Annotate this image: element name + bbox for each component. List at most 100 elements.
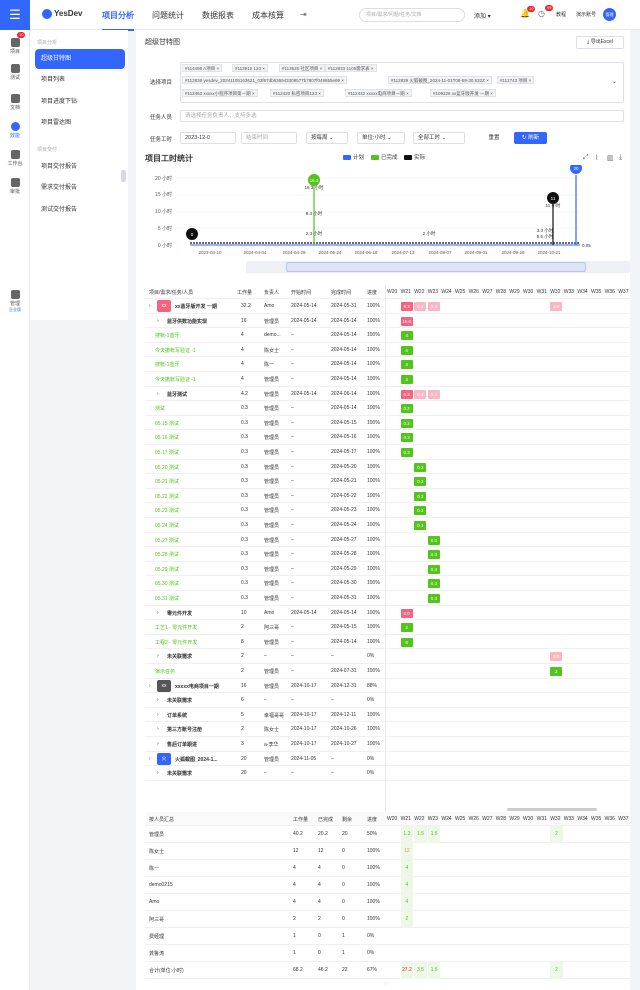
table-row[interactable]: › 未关联需求 20 – – – 0% [145,766,630,781]
project-tag[interactable]: #112839 火狐截图_2024-11-01T08-59-30.532Z × [388,76,492,84]
table-row[interactable]: 05.17 测试 0.3 管理员 – 2024-05-17 100% [145,445,630,460]
legend-actual[interactable]: 实际 [404,153,425,161]
project-tag[interactable]: #114498 A项目 × [182,64,223,72]
table-row[interactable]: 搜帐-1蓝牙 4 demo... – 2024-05-14 100% [145,328,630,343]
gantt-bar[interactable]: 0.3 [400,389,413,399]
table-row[interactable]: 05.30 测试 0.3 管理员 – 2024-05-30 100% [145,576,630,591]
gantt-bar[interactable]: 8.0 [400,608,413,618]
table-row[interactable]: 05.24 测试 0.3 管理员 – 2024-05-24 100% [145,518,630,533]
project-tag[interactable]: #109226 xx蓝牙版开发 一期 × [430,89,496,97]
table-row[interactable]: › 未关联需求 6 – – – 0% [145,693,630,708]
gantt-bar[interactable]: 0.3 [400,433,413,443]
gantt-bar[interactable]: 0.3 [414,521,427,530]
gantt-bar[interactable]: 8 [400,637,413,647]
table-row[interactable]: 测试 0.3 管理员 – 2024-05-14 100% [145,401,630,416]
legend-plan[interactable]: 计划 [343,153,364,161]
gantt-bar[interactable]: 0.3 [427,564,440,574]
refresh-button[interactable]: ↻ 刷新 [514,132,547,144]
brand-logo[interactable]: YesDev [42,9,82,19]
table-row[interactable]: 05.22 测试 0.3 管理员 – 2024-05-22 100% [145,489,630,504]
close-icon[interactable]: × [318,66,323,71]
subnav-super-gantt[interactable]: 超级甘特图 [35,49,125,69]
person-select[interactable]: 请选择任务负责人，支持多选 [180,110,624,122]
leftnav-approval[interactable]: 审批 [0,178,30,195]
gantt-bar[interactable]: 0.3 [427,594,440,603]
close-icon[interactable]: × [485,78,489,83]
table-row[interactable]: 05.15 测试 0.3 管理员 – 2024-05-15 100% [145,416,630,431]
close-icon[interactable]: × [215,66,219,71]
collapse-handle[interactable] [121,170,126,182]
chart-range-slider[interactable] [246,261,630,273]
subnav-drilldown[interactable]: 项目进度下钻 [35,92,125,112]
hours-type-select[interactable]: 全部工时 ⌄ [413,132,465,144]
table-row[interactable]: 工艺1 - 零元件开发 2 阿三哥 – 2024-05-15 100% [145,620,630,635]
search-input[interactable]: 项目/需求/问题/任务/文档 [359,8,465,22]
save-image-icon[interactable]: ⤓ [619,154,622,162]
gantt-bar[interactable]: 0.3 [427,535,440,545]
table-row[interactable]: 搜帐-1蓝牙 4 陈一 – 2024-05-14 100% [145,357,630,372]
gantt-bar[interactable]: 0.3 [427,389,440,399]
horizontal-scrollbar[interactable] [507,808,597,811]
table-row[interactable]: › 火火狐截图_2024-1... 20 管理员 2024-11-05 – 0% [145,752,630,767]
table-row[interactable]: › 蓝牙供数功能实现 16 管理员 2024-05-14 2024-05-14 100% [145,314,630,329]
leftnav-admin[interactable]: 管理 企业版 [0,290,30,313]
legend-done[interactable]: 已完成 [371,153,398,161]
clock-icon[interactable]: ◷ [538,9,545,18]
gantt-bar[interactable]: 0.3 [414,302,427,311]
leftnav-test[interactable]: 测试 [0,64,30,81]
gantt-bar[interactable]: 0.3 [427,302,440,311]
project-tag[interactable]: #112833 1105需求表 × [325,64,377,72]
close-icon[interactable]: × [489,91,493,96]
gantt-bar[interactable]: 16.0 [400,316,413,326]
expand-icon[interactable]: › [157,770,159,776]
start-date-input[interactable]: 2023-12-0 [180,132,236,144]
nav-issue-stats[interactable]: 问题统计 [152,10,184,21]
add-button[interactable]: 添加 ▾ [474,11,491,20]
table-row[interactable]: › 售后订单跟进 3 a-李华 2024-10-17 2024-10-27 100% [145,737,630,752]
avatar[interactable]: 管理 [603,8,616,21]
gantt-bar[interactable]: 0.3 [427,579,440,589]
expand-icon[interactable]: › [149,683,151,689]
unit-select[interactable]: 单位:小时 ⌄ [357,132,405,144]
nav-data-report[interactable]: 数据报表 [202,10,234,21]
slider-window[interactable] [286,262,586,272]
expand-icon[interactable]: › [157,610,159,616]
table-row[interactable]: › 第三方账号注册 2 陈女士 2024-10-17 2024-10-26 100% [145,722,630,737]
project-tag[interactable]: #112463 xxxxx小程序项目第一期 × [182,89,258,97]
gantt-bar[interactable]: 0.3 [400,418,413,428]
table-row[interactable]: › 零元件开发 10 Amo 2024-05-14 2024-05-14 100% [145,606,630,621]
gantt-bar[interactable]: 4 [400,360,413,370]
close-icon[interactable]: × [405,91,409,96]
pin-start[interactable]: 0 [186,228,198,240]
gantt-bar[interactable]: 2.0 [550,652,563,662]
table-row[interactable]: 今天撤帐写验证 -1 4 陈女士 – 2024-05-14 100% [145,343,630,358]
expand-icon[interactable]: › [149,303,151,309]
leftnav-workbench[interactable]: 工作台 [0,150,30,167]
gantt-bar[interactable]: 0.3 [414,477,427,487]
expand-icon[interactable]: › [149,756,151,762]
gantt-bar[interactable]: 0.3 [414,462,427,472]
expand-icon[interactable]: › [157,653,159,659]
close-icon[interactable]: × [251,91,255,96]
close-icon[interactable]: × [317,91,321,96]
expand-icon[interactable]: › [157,697,159,703]
nav-project-analysis[interactable]: 项目分析 [102,10,134,31]
project-tag[interactable]: #112432 xxxxx电商项目一期 × [345,89,412,97]
nav-cost[interactable]: 成本核算 [252,10,284,21]
table-row[interactable]: 工程2 - 零元件开发 8 管理员 – 2024-05-14 100% [145,635,630,650]
gantt-bar[interactable]: 0.3 [414,506,427,516]
subnav-project-list[interactable]: 项目列表 [35,70,125,90]
gantt-bar[interactable]: 4 [400,331,413,341]
close-icon[interactable]: × [340,78,344,83]
expand-icon[interactable]: › [157,318,159,324]
table-row[interactable]: › xx xxxxx电商项目一期 16 管理员 2024-10-17 2024-12-31 8… [145,679,630,694]
gantt-bar[interactable]: 4 [400,345,413,355]
close-icon[interactable]: × [261,66,265,71]
zoom-icon[interactable]: ⤢ [583,154,589,162]
expand-icon[interactable]: › [157,726,159,732]
table-row[interactable]: 05.28 测试 0.3 管理员 – 2024-05-28 100% [145,547,630,562]
subnav-radar[interactable]: 项目雷达图 [35,113,125,133]
pin-plan[interactable]: 20 [570,165,582,174]
expand-icon[interactable]: › [157,741,159,747]
project-tag[interactable]: #112743 项目 × [497,76,535,84]
